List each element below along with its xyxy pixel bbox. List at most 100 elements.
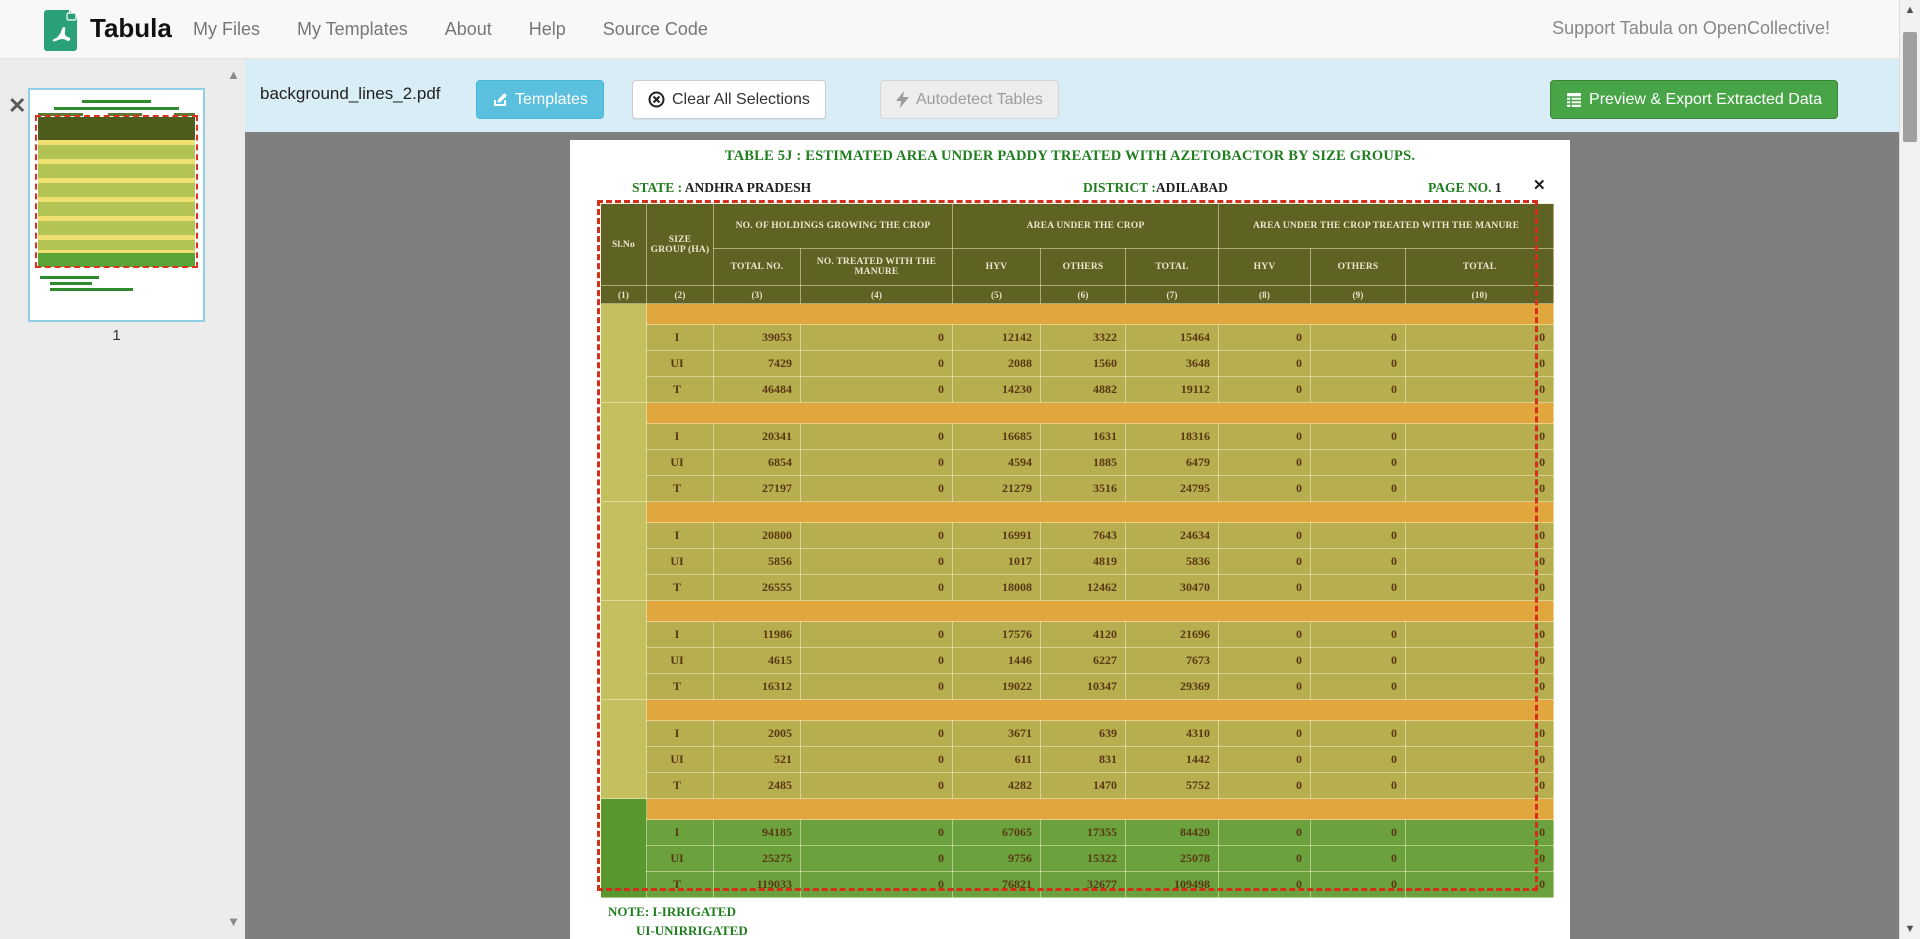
value-cell: 0 xyxy=(1406,648,1554,674)
value-cell: 18008 xyxy=(953,575,1041,601)
value-cell: 0 xyxy=(1219,674,1311,700)
page-thumbnail[interactable] xyxy=(28,88,205,322)
table-row: UI68540459418856479000 xyxy=(601,450,1554,476)
pdf-page[interactable]: TABLE 5J : ESTIMATED AREA UNDER PADDY TR… xyxy=(570,140,1570,939)
value-cell: 0 xyxy=(801,575,953,601)
value-cell: 24634 xyxy=(1126,523,1219,549)
value-cell: 0 xyxy=(1311,721,1406,747)
value-cell: 0 xyxy=(1406,523,1554,549)
scrollbar-up-icon[interactable]: ▲ xyxy=(1900,4,1920,16)
value-cell: 0 xyxy=(1219,575,1311,601)
pageno-value: 1 xyxy=(1495,180,1502,195)
value-cell: 0 xyxy=(1311,747,1406,773)
scrollbar-thumb[interactable] xyxy=(1903,32,1917,142)
clear-selections-icon xyxy=(648,91,665,108)
slno-cell xyxy=(601,601,647,700)
table-row: I2005036716394310000 xyxy=(601,721,1554,747)
value-cell: 0 xyxy=(1406,773,1554,799)
nav-link-my-templates[interactable]: My Templates xyxy=(297,19,408,40)
value-cell: 1560 xyxy=(1041,351,1126,377)
value-cell: 0 xyxy=(1406,450,1554,476)
table-row: T11903307682132677109498000 xyxy=(601,872,1554,898)
table-row: T265550180081246230470000 xyxy=(601,575,1554,601)
col-number-9: (9) xyxy=(1311,286,1406,304)
value-cell: 0 xyxy=(1311,773,1406,799)
col-others-2: OTHERS xyxy=(1311,249,1406,286)
export-table-icon xyxy=(1566,92,1582,108)
value-cell: 14230 xyxy=(953,377,1041,403)
value-cell: 0 xyxy=(1311,549,1406,575)
value-cell: 12462 xyxy=(1041,575,1126,601)
remove-page-icon[interactable]: ✕ xyxy=(8,95,26,117)
doc-pageno-line: PAGE NO. 1 xyxy=(1428,180,1502,196)
support-link[interactable]: Support Tabula on OpenCollective! xyxy=(1552,18,1830,39)
value-cell: 24795 xyxy=(1126,476,1219,502)
templates-label: Templates xyxy=(515,91,588,109)
row-label-cell: UI xyxy=(647,747,714,773)
row-label-cell: I xyxy=(647,820,714,846)
value-cell: 46484 xyxy=(714,377,801,403)
preview-export-button[interactable]: Preview & Export Extracted Data xyxy=(1550,80,1838,119)
export-label: Preview & Export Extracted Data xyxy=(1589,91,1822,109)
scrollbar-down-icon[interactable]: ▼ xyxy=(1900,923,1920,935)
value-cell: 4310 xyxy=(1126,721,1219,747)
value-cell: 6227 xyxy=(1041,648,1126,674)
table-row: I20341016685163118316000 xyxy=(601,424,1554,450)
tabula-logo[interactable] xyxy=(44,9,80,51)
slno-cell xyxy=(601,304,647,403)
value-cell: 32677 xyxy=(1041,872,1126,898)
value-cell: 639 xyxy=(1041,721,1126,747)
value-cell: 119033 xyxy=(714,872,801,898)
clear-all-selections-button[interactable]: Clear All Selections xyxy=(632,80,826,119)
group-title-cell xyxy=(647,304,1554,325)
state-label: STATE : xyxy=(632,180,682,195)
sidebar-scroll-down-icon[interactable]: ▼ xyxy=(227,914,240,929)
selection-close-icon[interactable]: ✕ xyxy=(1533,176,1546,194)
autodetect-icon xyxy=(896,91,909,108)
window-scrollbar[interactable]: ▲ ▼ xyxy=(1899,0,1920,939)
group-title-cell xyxy=(647,799,1554,820)
value-cell: 10347 xyxy=(1041,674,1126,700)
value-cell: 1885 xyxy=(1041,450,1126,476)
nav-link-help[interactable]: Help xyxy=(529,19,566,40)
value-cell: 0 xyxy=(1311,648,1406,674)
sidebar-scroll-up-icon[interactable]: ▲ xyxy=(227,67,240,82)
value-cell: 0 xyxy=(1406,575,1554,601)
value-cell: 0 xyxy=(1311,622,1406,648)
row-label-cell: I xyxy=(647,523,714,549)
value-cell: 0 xyxy=(1311,450,1406,476)
value-cell: 0 xyxy=(801,377,953,403)
nav-link-my-files[interactable]: My Files xyxy=(193,19,260,40)
templates-button[interactable]: Templates xyxy=(476,80,604,119)
value-cell: 0 xyxy=(1219,351,1311,377)
col-no-treated: NO. TREATED WITH THE MANURE xyxy=(801,249,953,286)
col-group-area-treated: AREA UNDER THE CROP TREATED WITH THE MAN… xyxy=(1219,204,1554,249)
nav-link-source-code[interactable]: Source Code xyxy=(603,19,708,40)
brand-title[interactable]: Tabula xyxy=(90,13,172,44)
value-cell: 0 xyxy=(801,450,953,476)
col-group-holdings: NO. OF HOLDINGS GROWING THE CROP xyxy=(714,204,953,249)
main-area: background_lines_2.pdf Templates Clear A… xyxy=(245,59,1899,939)
col-hyv-2: HYV xyxy=(1219,249,1311,286)
value-cell: 0 xyxy=(1311,325,1406,351)
value-cell: 5856 xyxy=(714,549,801,575)
pageno-label: PAGE NO. xyxy=(1428,180,1492,195)
value-cell: 84420 xyxy=(1126,820,1219,846)
col-number-8: (8) xyxy=(1219,286,1311,304)
value-cell: 1446 xyxy=(953,648,1041,674)
value-cell: 29369 xyxy=(1126,674,1219,700)
autodetect-label: Autodetect Tables xyxy=(916,91,1043,109)
value-cell: 0 xyxy=(1219,549,1311,575)
value-cell: 67065 xyxy=(953,820,1041,846)
autodetect-tables-button[interactable]: Autodetect Tables xyxy=(880,80,1059,119)
table-row: T24850428214705752000 xyxy=(601,773,1554,799)
value-cell: 6479 xyxy=(1126,450,1219,476)
table-row: T27197021279351624795000 xyxy=(601,476,1554,502)
row-label-cell: T xyxy=(647,773,714,799)
nav-link-about[interactable]: About xyxy=(445,19,492,40)
value-cell: 0 xyxy=(1406,721,1554,747)
table-row: I941850670651735584420000 xyxy=(601,820,1554,846)
value-cell: 0 xyxy=(1406,820,1554,846)
value-cell: 2485 xyxy=(714,773,801,799)
value-cell: 20800 xyxy=(714,523,801,549)
